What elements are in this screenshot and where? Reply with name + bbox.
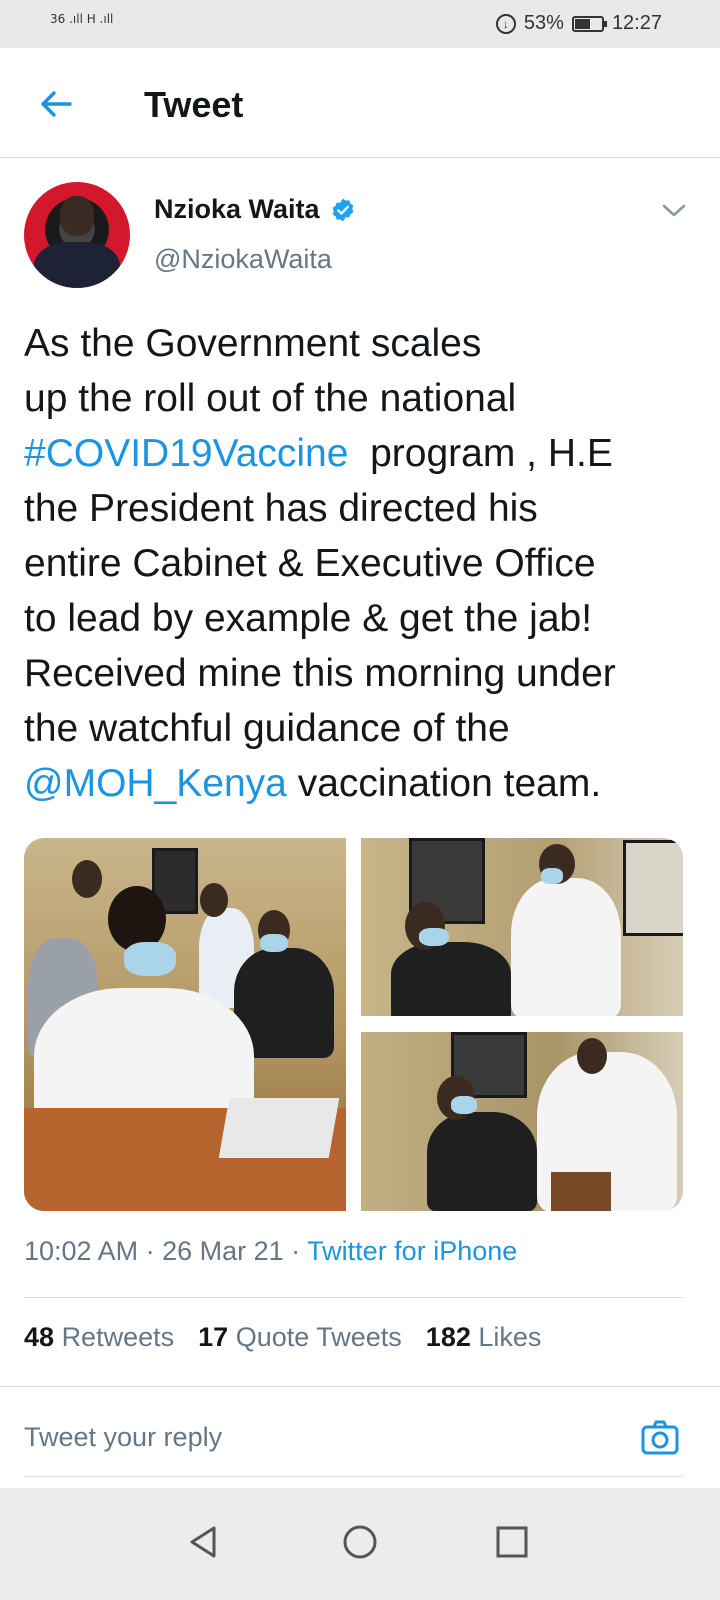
likes-stat[interactable]: 182 Likes: [426, 1322, 542, 1353]
back-triangle-icon[interactable]: [184, 1522, 224, 1562]
author-handle[interactable]: @NziokaWaita: [154, 244, 332, 275]
retweets-stat[interactable]: 48 Retweets: [24, 1322, 174, 1353]
system-nav-bar: [0, 1488, 720, 1600]
separator: ·: [138, 1236, 163, 1266]
photo-vaccination-desk[interactable]: [24, 838, 346, 1211]
divider: [24, 1297, 683, 1298]
tweet-timestamp: 10:02 AM · 26 Mar 21 · Twitter for iPhon…: [24, 1236, 517, 1267]
tweet-text-part: As the Government scales up the roll out…: [24, 322, 517, 420]
tweet-source-link[interactable]: Twitter for iPhone: [307, 1236, 517, 1266]
avatar[interactable]: [24, 182, 130, 288]
status-right: ↓ 53% 12:27: [495, 12, 662, 35]
author-name-row: Nzioka Waita: [154, 194, 356, 225]
likes-label: Likes: [478, 1322, 542, 1352]
tweet-author: Nzioka Waita @NziokaWaita: [24, 182, 696, 292]
battery-percent: 53%: [523, 12, 564, 34]
clock: 12:27: [611, 12, 662, 34]
recents-square-icon[interactable]: [492, 1522, 532, 1562]
retweets-label: Retweets: [61, 1322, 175, 1352]
separator: ·: [283, 1236, 308, 1266]
quote-tweets-label: Quote Tweets: [235, 1322, 402, 1352]
top-bar: Tweet: [0, 48, 720, 158]
home-circle-icon[interactable]: [340, 1522, 380, 1562]
tweet-date: 26 Mar 21: [162, 1236, 284, 1266]
likes-count: 182: [425, 1322, 471, 1352]
retweets-count: 48: [24, 1322, 55, 1352]
reply-input[interactable]: Tweet your reply: [24, 1422, 222, 1453]
hashtag-link[interactable]: #COVID19Vaccine: [24, 432, 348, 475]
media-grid: [24, 838, 683, 1211]
camera-icon[interactable]: [640, 1418, 680, 1458]
arrow-left-icon[interactable]: [36, 84, 76, 124]
tweet-text: As the Government scales up the roll out…: [24, 316, 700, 811]
page-title: Tweet: [144, 84, 244, 125]
quote-tweets-stat[interactable]: 17 Quote Tweets: [198, 1322, 402, 1353]
verified-badge-icon: [332, 198, 353, 221]
mention-link[interactable]: @MOH_Kenya: [24, 762, 287, 805]
quote-tweets-count: 17: [198, 1322, 229, 1352]
tweet-time: 10:02 AM: [24, 1236, 139, 1266]
divider: [0, 1386, 720, 1387]
photo-jab-2[interactable]: [361, 1032, 683, 1211]
tweet-stats: 48 Retweets 17 Quote Tweets 182 Likes: [24, 1322, 541, 1353]
author-name[interactable]: Nzioka Waita: [154, 194, 320, 225]
tweet-text-part: vaccination team.: [286, 762, 602, 805]
photo-jab-1[interactable]: [361, 838, 683, 1016]
battery-icon: [571, 15, 607, 32]
divider: [24, 1476, 683, 1477]
data-saver-icon: ↓: [495, 13, 516, 34]
status-bar: 36 .ıll H .ıll ↓ 53% 12:27: [0, 0, 720, 48]
chevron-down-icon[interactable]: [660, 200, 688, 220]
tweet-text-part: program , H.E the President has directed…: [24, 432, 616, 750]
network-signal: 36 .ıll H .ıll: [50, 12, 114, 26]
